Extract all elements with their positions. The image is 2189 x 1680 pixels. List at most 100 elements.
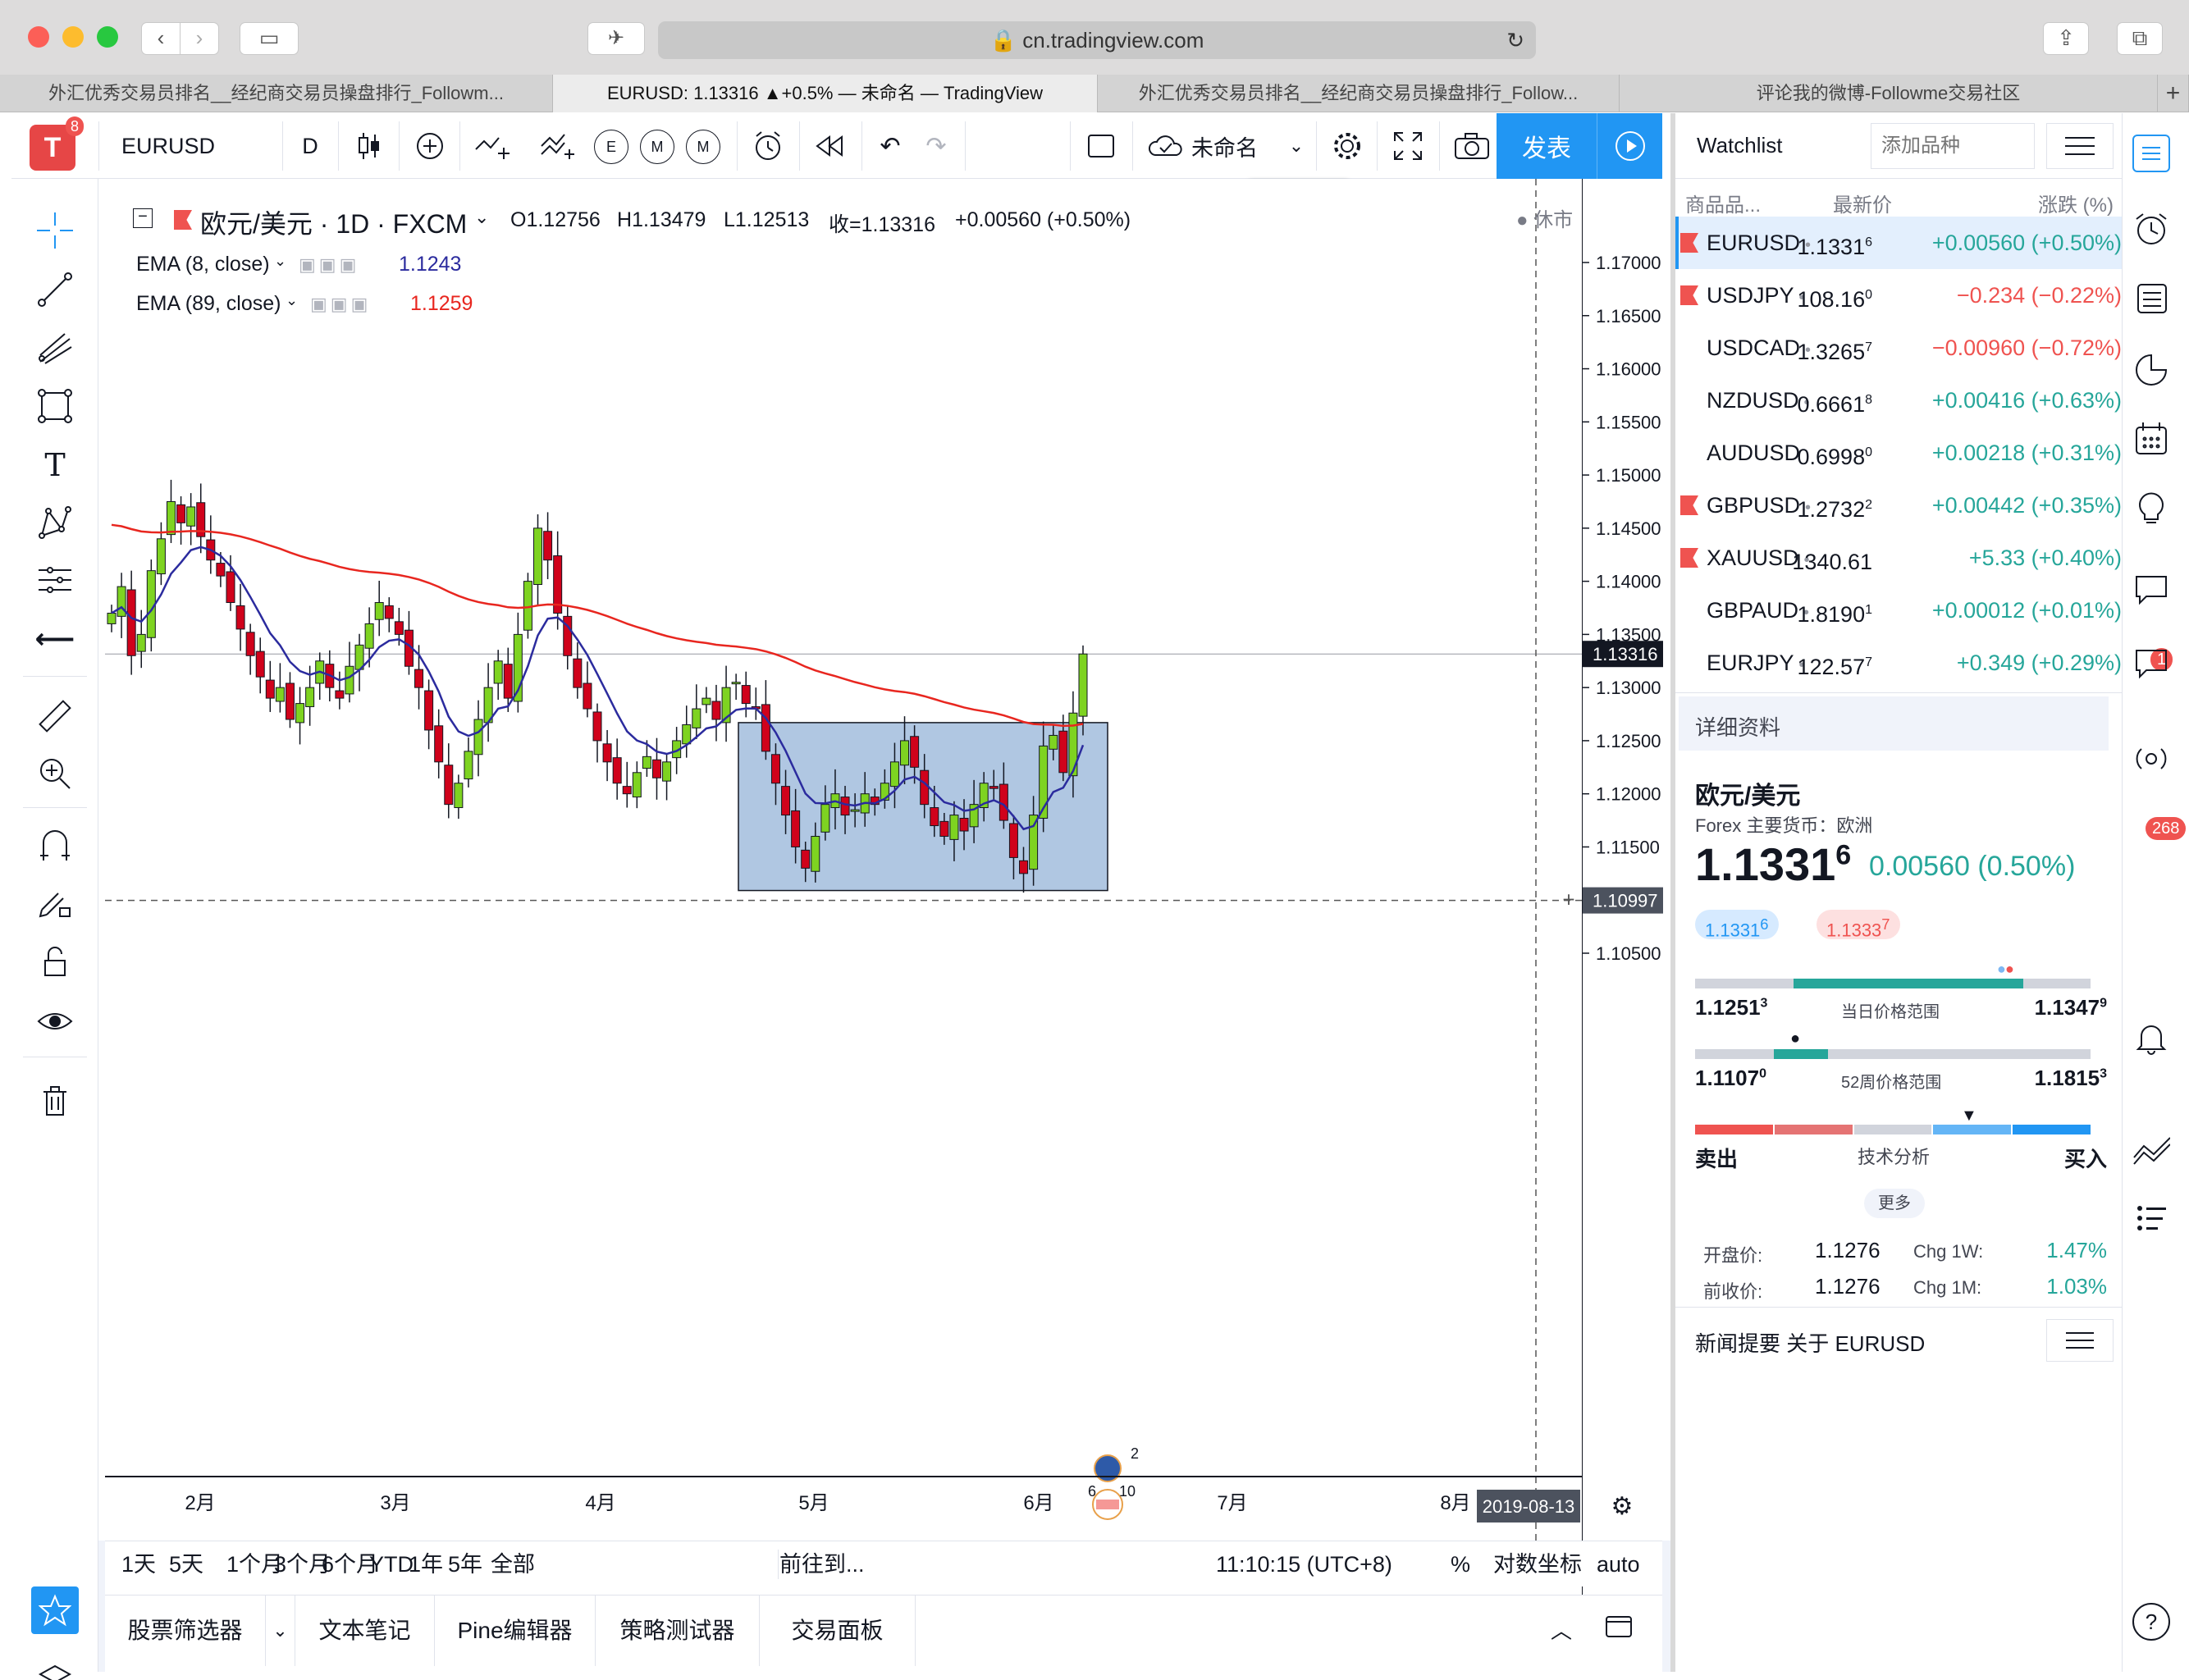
stock-chart-icon[interactable] (2132, 1130, 2170, 1168)
list-menu-icon[interactable] (2046, 1319, 2114, 1362)
economic-events-button[interactable]: E (594, 130, 628, 164)
undo-icon[interactable]: ↶ (868, 123, 912, 169)
chart-title[interactable]: 欧元/美元 · 1D · FXCM (200, 203, 467, 241)
favorites-star-icon[interactable] (31, 1586, 79, 1634)
chevron-down-icon[interactable]: ⌄ (474, 207, 489, 228)
select-rect-icon[interactable] (1076, 123, 1126, 169)
indicator-controls-icon[interactable]: ▣▣▣ (310, 294, 371, 315)
watchlist-row[interactable]: EURUSD • 1.13316 +0.00560 (+0.50%) (1675, 217, 2127, 269)
ruler-icon[interactable] (33, 694, 77, 738)
percent-scale-toggle[interactable]: % (1451, 1541, 1470, 1587)
hotlist-icon[interactable] (2132, 351, 2170, 389)
cloud-save-icon[interactable] (1142, 123, 1190, 169)
range-period-button[interactable]: 5年 (448, 1541, 482, 1587)
flag-icon[interactable] (1680, 285, 1698, 305)
indicator-controls-icon[interactable]: ▣▣▣ (299, 254, 359, 276)
flag-icon[interactable] (1680, 495, 1698, 515)
goto-date-button[interactable]: 前往到... (779, 1541, 865, 1587)
forward-button[interactable]: › (180, 22, 219, 55)
earnings-button[interactable]: M (640, 130, 674, 164)
collapse-legend-icon[interactable]: − (133, 208, 153, 228)
watchlist-row[interactable]: GBPUSD • 1.27322 +0.00442 (+0.35%) (1675, 479, 2127, 532)
tabs-overview-icon[interactable]: ⧉ (2117, 22, 2163, 55)
magnet-icon[interactable] (33, 824, 77, 868)
alarm-clock-icon[interactable] (2132, 210, 2170, 248)
publish-button[interactable]: 发表 (1497, 113, 1597, 179)
lightbulb-icon[interactable] (2132, 489, 2170, 527)
chevron-up-icon[interactable]: ︿ (1533, 1596, 1590, 1666)
crosshair-icon[interactable] (33, 208, 77, 253)
chevron-down-icon[interactable]: ⌄ (266, 1596, 295, 1666)
tab-text-notes[interactable]: 文本笔记 (295, 1596, 435, 1666)
log-scale-toggle[interactable]: 对数坐标 (1493, 1541, 1582, 1587)
zoom-window-button[interactable] (97, 26, 118, 48)
details-header[interactable]: 详细资料 (1695, 711, 1780, 742)
chat-icon[interactable] (2132, 569, 2170, 607)
collapse-left-handle[interactable] (98, 1541, 105, 1672)
symbol-search[interactable]: EURUSD (121, 123, 277, 169)
col-last[interactable]: 最新价 (1833, 189, 1892, 217)
news-title[interactable]: 新闻提要 关于 EURUSD (1695, 1327, 1925, 1358)
range-period-button[interactable]: YTD (369, 1541, 414, 1587)
order-panel-icon[interactable] (2132, 1199, 2170, 1237)
tab-strategy-tester[interactable]: 策略测试器 (596, 1596, 760, 1666)
watchlist-row[interactable]: XAUUSD • 1340.61 +5.33 (+0.40%) (1675, 532, 2127, 584)
help-icon[interactable]: ? (2132, 1603, 2170, 1641)
chevron-down-icon[interactable]: ⌄ (286, 292, 298, 309)
layout-name[interactable]: 未命名 (1191, 123, 1282, 169)
chart-pane[interactable]: 2 6 10 2月 3月 4月 5月 6月 7月 8月 2019-08-13 + − 欧元/美元 · … (105, 179, 1582, 1614)
browser-tab[interactable]: 外汇优秀交易员排名__经纪商交易员操盘排行_Follow... (1098, 75, 1620, 112)
col-change[interactable]: 涨跌 (%) (2038, 189, 2114, 217)
col-symbol[interactable]: 商品品... (1685, 189, 1761, 217)
address-bar[interactable]: 🔒 cn.tradingview.com ↻ (658, 21, 1536, 59)
gear-icon[interactable] (1323, 123, 1372, 169)
range-period-button[interactable]: 5天 (169, 1541, 203, 1587)
redo-icon[interactable]: ↷ (914, 123, 958, 169)
price-chart[interactable]: 2 6 10 2月 3月 4月 5月 6月 7月 8月 2019-08-13 + (105, 179, 1582, 1541)
list-menu-icon[interactable] (2046, 123, 2114, 169)
zoom-in-icon[interactable] (33, 751, 77, 796)
browser-tab[interactable]: 外汇优秀交易员排名__经纪商交易员操盘排行_Followm... (0, 75, 553, 112)
ideas-stream-icon[interactable] (2132, 740, 2170, 778)
more-button[interactable]: 更多 (1864, 1189, 1925, 1218)
range-period-button[interactable]: 1年 (409, 1541, 443, 1587)
add-symbol-input[interactable] (1871, 123, 2035, 169)
range-period-button[interactable]: 1天 (121, 1541, 156, 1587)
tab-stock-screener[interactable]: 股票筛选器 (105, 1596, 266, 1666)
dividends-button[interactable]: M (686, 130, 720, 164)
pitchfork-icon[interactable] (33, 326, 77, 371)
tab-trading-panel[interactable]: 交易面板 (760, 1596, 916, 1666)
minimize-window-button[interactable] (62, 26, 84, 48)
compare-icon[interactable] (468, 123, 517, 169)
rectangle-tool-icon[interactable] (33, 384, 77, 428)
bird-icon[interactable]: ✈ (587, 22, 645, 55)
trend-line-icon[interactable] (33, 267, 77, 312)
private-chat-icon[interactable] (2132, 643, 2170, 681)
clock-time[interactable]: 11:10:15 (UTC+8) (1216, 1541, 1392, 1587)
watchlist-title[interactable]: Watchlist (1697, 133, 1783, 158)
text-tool-icon[interactable]: T (33, 443, 77, 487)
camera-icon[interactable] (1447, 123, 1497, 169)
flag-icon[interactable] (1680, 548, 1698, 568)
new-tab-button[interactable]: + (2158, 75, 2189, 112)
calendar-icon[interactable] (2132, 420, 2170, 458)
reload-icon[interactable]: ↻ (1506, 21, 1524, 59)
watchlist-icon[interactable] (2132, 135, 2170, 172)
ema89-label[interactable]: EMA (89, close) (136, 292, 281, 316)
watchlist-row[interactable]: GBPAUD • 1.81901 +0.00012 (+0.01%) (1675, 584, 2127, 637)
tab-pine-editor[interactable]: Pine编辑器 (435, 1596, 596, 1666)
flag-icon[interactable] (1680, 233, 1698, 253)
watchlist-row[interactable]: USDJPY • 108.160 −0.234 (−0.22%) (1675, 269, 2127, 322)
indicators-template-icon[interactable] (533, 123, 583, 169)
collapse-right-handle[interactable] (1662, 1541, 1670, 1672)
layers-icon[interactable] (33, 1655, 77, 1680)
close-window-button[interactable] (28, 26, 49, 48)
prediction-icon[interactable] (33, 558, 77, 602)
chevron-down-icon[interactable]: ⌄ (1282, 123, 1311, 169)
interval-button[interactable]: D (287, 123, 333, 169)
add-indicator-icon[interactable] (405, 123, 455, 169)
news-header[interactable]: 新闻提要 关于 EURUSD (1675, 1307, 2127, 1374)
auto-scale-toggle[interactable]: auto (1597, 1541, 1640, 1587)
back-button[interactable]: ‹ (141, 22, 181, 55)
maximize-panel-icon[interactable] (1590, 1596, 1647, 1666)
